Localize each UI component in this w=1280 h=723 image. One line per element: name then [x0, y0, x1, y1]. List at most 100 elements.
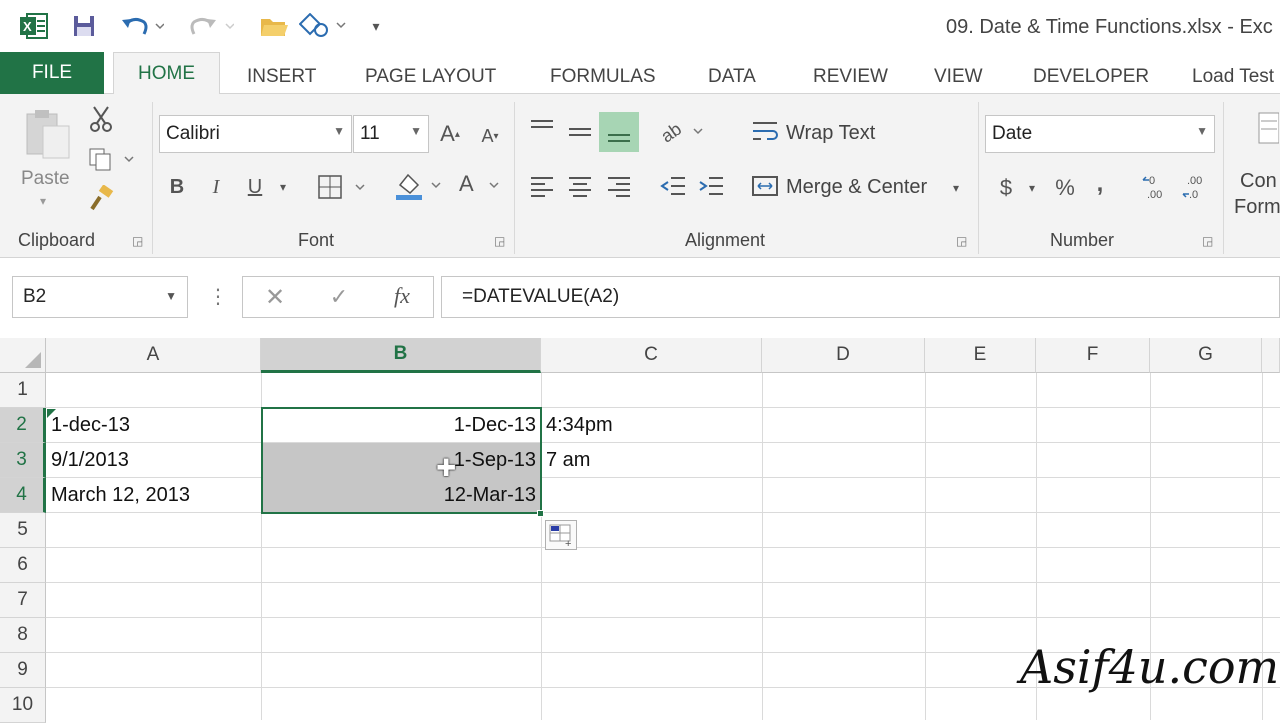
row-header-7[interactable]: 7 — [0, 583, 46, 618]
open-folder-icon[interactable] — [258, 10, 290, 42]
row-header-10[interactable]: 10 — [0, 688, 46, 723]
cell-b4[interactable]: 12-Mar-13 — [261, 478, 541, 513]
merge-center-icon[interactable] — [750, 172, 780, 200]
align-right-icon[interactable] — [604, 174, 634, 198]
wrap-text-icon[interactable] — [750, 118, 780, 146]
column-header-h[interactable] — [1262, 338, 1280, 373]
paste-label[interactable]: Paste — [21, 168, 70, 190]
quick-analysis-icon[interactable]: + — [545, 520, 577, 550]
currency-button[interactable]: $ — [995, 172, 1017, 204]
svg-text:.0: .0 — [1189, 189, 1198, 201]
row-header-9[interactable]: 9 — [0, 653, 46, 688]
font-color-icon[interactable]: A — [455, 170, 503, 202]
formula-bar: B2 ▼ ⋮ ✕ ✓ fx =DATEVALUE(A2) — [0, 258, 1280, 338]
column-header-f[interactable]: F — [1036, 338, 1150, 373]
column-header-g[interactable]: G — [1150, 338, 1262, 373]
redo-icon[interactable] — [188, 10, 236, 42]
increase-decimal-icon[interactable]: 0.00 — [1140, 170, 1170, 204]
merge-center-button[interactable]: Merge & Center — [786, 176, 927, 199]
cell-a3[interactable]: 9/1/2013 — [46, 443, 261, 478]
column-header-a[interactable]: A — [46, 338, 261, 373]
italic-button[interactable]: I — [204, 172, 228, 202]
cell-b2[interactable]: 1-Dec-13 — [261, 408, 541, 443]
cell-a2[interactable]: 1-dec-13 — [46, 408, 261, 443]
clipboard-launcher-icon[interactable]: ◲ — [132, 234, 143, 248]
format-painter-icon[interactable] — [86, 184, 118, 214]
copy-icon[interactable] — [86, 144, 136, 174]
align-center-icon[interactable] — [565, 174, 595, 198]
row-header-3[interactable]: 3 — [0, 443, 46, 478]
formula-input[interactable]: =DATEVALUE(A2) — [441, 276, 1280, 318]
align-bottom-icon[interactable] — [599, 112, 639, 152]
tab-formulas[interactable]: FORMULAS — [550, 60, 656, 94]
column-header-b[interactable]: B — [261, 338, 541, 373]
row-header-8[interactable]: 8 — [0, 618, 46, 653]
undo-icon[interactable] — [118, 10, 166, 42]
column-header-d[interactable]: D — [762, 338, 925, 373]
increase-font-icon[interactable]: A ▴ — [438, 118, 462, 150]
tab-insert[interactable]: INSERT — [247, 60, 316, 94]
chevron-down-icon[interactable]: ▾ — [1024, 176, 1040, 200]
underline-button[interactable]: U — [243, 172, 267, 202]
row-header-6[interactable]: 6 — [0, 548, 46, 583]
more-options-icon[interactable]: ⋮ — [208, 284, 228, 309]
cell-c2[interactable]: 4:34pm — [541, 408, 762, 443]
font-name-select[interactable]: Calibri ▼ — [159, 115, 352, 153]
formula-buttons: ✕ ✓ fx — [242, 276, 434, 318]
cell-c3[interactable]: 7 am — [541, 443, 762, 478]
increase-indent-icon[interactable] — [695, 174, 727, 198]
tab-load-test[interactable]: Load Test — [1192, 60, 1274, 94]
row-header-5[interactable]: 5 — [0, 513, 46, 548]
separator — [514, 102, 515, 254]
cancel-icon[interactable]: ✕ — [261, 283, 289, 311]
paste-icon[interactable] — [20, 106, 76, 164]
align-top-icon[interactable] — [527, 114, 557, 144]
decrease-decimal-icon[interactable]: .00.0 — [1180, 170, 1210, 204]
conditional-formatting-label-1[interactable]: Con — [1240, 170, 1277, 193]
decrease-indent-icon[interactable] — [657, 174, 689, 198]
font-size-select[interactable]: 11 ▼ — [353, 115, 429, 153]
shape-tool-icon[interactable] — [298, 10, 348, 42]
column-header-c[interactable]: C — [541, 338, 762, 373]
decrease-font-icon[interactable]: A ▾ — [478, 120, 502, 152]
fill-color-icon[interactable] — [393, 170, 445, 202]
tab-home[interactable]: HOME — [113, 52, 220, 95]
wrap-text-button[interactable]: Wrap Text — [786, 122, 875, 145]
percent-button[interactable]: % — [1050, 172, 1080, 204]
enter-icon[interactable]: ✓ — [325, 283, 353, 311]
tab-file[interactable]: FILE — [0, 52, 104, 94]
borders-icon[interactable] — [315, 172, 371, 202]
save-icon[interactable] — [70, 10, 98, 42]
gridline — [46, 582, 1280, 583]
conditional-formatting-label-2[interactable]: Form — [1234, 196, 1280, 219]
tab-developer[interactable]: DEVELOPER — [1033, 60, 1149, 94]
chevron-down-icon[interactable]: ▾ — [274, 174, 292, 200]
align-middle-icon[interactable] — [565, 118, 595, 148]
tab-review[interactable]: REVIEW — [813, 60, 888, 94]
column-header-e[interactable]: E — [925, 338, 1036, 373]
customize-qat-icon[interactable]: ▾ — [366, 10, 386, 42]
name-box[interactable]: B2 ▼ — [12, 276, 188, 318]
row-header-2[interactable]: 2 — [0, 408, 46, 443]
orientation-icon[interactable]: ab — [657, 116, 705, 146]
insert-function-icon[interactable]: fx — [387, 282, 417, 310]
cut-icon[interactable] — [86, 104, 116, 134]
tab-page-layout[interactable]: PAGE LAYOUT — [365, 60, 496, 94]
row-header-1[interactable]: 1 — [0, 373, 46, 408]
paste-dropdown-icon[interactable]: ▾ — [40, 194, 46, 208]
alignment-launcher-icon[interactable]: ◲ — [956, 234, 967, 248]
cell-b3[interactable]: 1-Sep-13 — [261, 443, 541, 478]
align-left-icon[interactable] — [527, 174, 557, 198]
number-launcher-icon[interactable]: ◲ — [1202, 234, 1213, 248]
number-format-select[interactable]: Date ▼ — [985, 115, 1215, 153]
font-launcher-icon[interactable]: ◲ — [494, 234, 505, 248]
tab-view[interactable]: VIEW — [934, 60, 983, 94]
row-header-4[interactable]: 4 — [0, 478, 46, 513]
select-all-button[interactable] — [0, 338, 46, 373]
comma-button[interactable]: , — [1090, 168, 1110, 200]
conditional-formatting-icon[interactable] — [1248, 110, 1280, 146]
bold-button[interactable]: B — [165, 172, 189, 202]
chevron-down-icon[interactable]: ▾ — [948, 178, 964, 198]
cell-a4[interactable]: March 12, 2013 — [46, 478, 261, 513]
tab-data[interactable]: DATA — [708, 60, 756, 94]
